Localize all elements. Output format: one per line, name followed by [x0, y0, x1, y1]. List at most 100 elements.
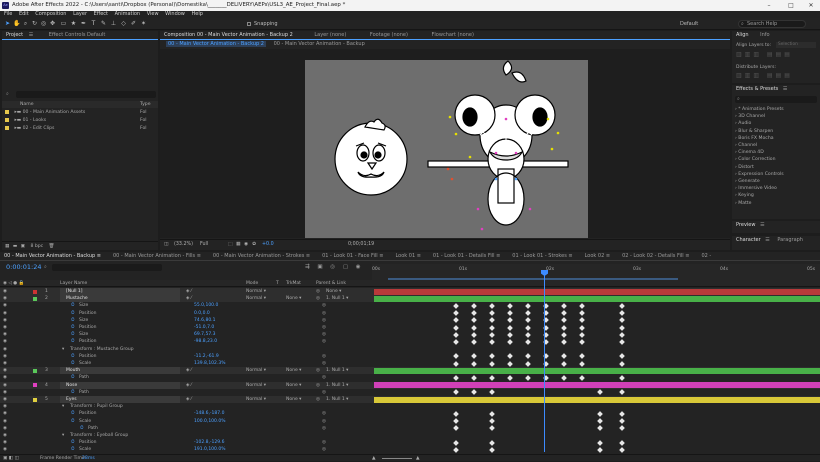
keyframe[interactable]	[489, 447, 495, 453]
keyframe[interactable]	[619, 353, 625, 360]
selection-tool-icon[interactable]: ➤	[4, 20, 11, 27]
keyframe[interactable]	[453, 360, 459, 367]
keyframe[interactable]	[453, 418, 459, 425]
timeline-tab[interactable]: 02 -	[701, 253, 711, 259]
keyframe[interactable]	[507, 317, 513, 324]
timeline-timecode[interactable]: 0:00:01:24	[6, 263, 42, 271]
transparency-grid-icon[interactable]: ▦	[236, 240, 241, 250]
parent-dropdown[interactable]: None ▾	[326, 288, 341, 295]
effects-search-input[interactable]: ⌕	[735, 96, 817, 103]
stopwatch-icon[interactable]: ⏱	[71, 317, 75, 324]
keyframe[interactable]	[579, 360, 585, 367]
expression-pickwhip-icon[interactable]: ◎	[322, 439, 326, 446]
visibility-eye-icon[interactable]: ◉	[3, 324, 7, 331]
layer-switches-icon[interactable]: ◈ ⁄	[186, 367, 192, 374]
visibility-eye-icon[interactable]: ◉	[3, 310, 7, 317]
layer-row[interactable]: ◉ 4 Nose ◈ ⁄ Normal ▾ None ▾ ◎ 1. Null 1 ▾	[0, 381, 820, 389]
timeline-tab[interactable]: Look 01 ≡	[395, 253, 420, 259]
keyframe[interactable]	[471, 317, 477, 324]
visibility-eye-icon[interactable]: ◉	[3, 295, 7, 302]
keyframe[interactable]	[619, 425, 625, 432]
column-name[interactable]: Name	[20, 102, 34, 107]
layer-duration-bar[interactable]	[374, 295, 820, 302]
panel-menu-icon[interactable]: ☰	[783, 86, 787, 92]
layer-row[interactable]: ◉ 3 Mouth ◈ ⁄ Normal ▾ None ▾ ◎ 1. Null 1 ▾	[0, 367, 820, 375]
keyframe[interactable]	[597, 447, 603, 453]
clone-stamp-icon[interactable]: ⊥	[110, 20, 117, 27]
keyframe[interactable]	[453, 447, 459, 453]
column-type[interactable]: Type	[140, 101, 151, 108]
expression-pickwhip-icon[interactable]: ◎	[322, 331, 326, 338]
keyframe[interactable]	[619, 360, 625, 367]
visibility-eye-icon[interactable]: ◉	[3, 302, 7, 309]
effects-category[interactable]: › Keying	[735, 192, 817, 199]
stopwatch-icon[interactable]: ⏱	[71, 360, 75, 367]
visibility-eye-icon[interactable]: ◉	[3, 288, 7, 295]
project-search-icon[interactable]: ⌕	[6, 91, 13, 98]
keyframe[interactable]	[619, 439, 625, 446]
property-row[interactable]: ◉ ⏱ Size 74.6,80.1 ◎	[0, 317, 820, 324]
timeline-zoom-slider[interactable]	[382, 458, 412, 459]
label-color-swatch[interactable]	[33, 296, 37, 301]
stopwatch-icon[interactable]: ⏱	[71, 410, 75, 417]
property-row[interactable]: ◉ ⏱ Path ◎	[0, 425, 820, 432]
comp-timecode[interactable]: 0;00;01;19	[348, 240, 374, 250]
keyframe[interactable]	[525, 324, 531, 331]
keyframe[interactable]	[471, 303, 477, 309]
bit-depth[interactable]: 8 bpc	[30, 244, 43, 249]
keyframe[interactable]	[561, 310, 567, 317]
property-value[interactable]: 69.7,57.3	[194, 331, 215, 338]
orbit-camera-icon[interactable]: ◎	[40, 20, 47, 27]
pan-behind-icon[interactable]: ✥	[49, 20, 56, 27]
effects-category[interactable]: › Boris FX Mocha	[735, 135, 817, 142]
keyframe[interactable]	[471, 324, 477, 331]
menu-layer[interactable]: Layer	[73, 11, 87, 17]
property-value[interactable]: -148.6,-187.0	[194, 410, 224, 417]
keyframe[interactable]	[579, 317, 585, 324]
tab-character[interactable]: Character	[736, 237, 761, 243]
keyframe[interactable]	[507, 339, 513, 345]
keyframe[interactable]	[489, 389, 495, 396]
layer-name[interactable]: Mustache	[60, 295, 180, 303]
tab-effect-controls[interactable]: Effect Controls Default	[49, 32, 106, 38]
visibility-eye-icon[interactable]: ◉	[3, 418, 7, 425]
project-item[interactable]: ▸▬ 01 - Looks Fol	[2, 117, 158, 124]
menu-window[interactable]: Window	[165, 11, 185, 17]
snapping-checkbox[interactable]	[247, 22, 251, 26]
panel-menu-icon[interactable]: ☰	[760, 222, 764, 228]
project-item[interactable]: ▸▬ 00 - Main Animation Assets Fol	[2, 109, 158, 116]
parent-pickwhip-icon[interactable]: ◎	[316, 295, 320, 302]
roto-brush-icon[interactable]: ✐	[130, 20, 137, 27]
track-matte-dropdown[interactable]: None ▾	[286, 396, 301, 403]
visibility-eye-icon[interactable]: ◉	[3, 403, 7, 410]
expression-pickwhip-icon[interactable]: ◎	[322, 338, 326, 345]
menu-file[interactable]: File	[4, 11, 12, 17]
keyframe[interactable]	[471, 375, 477, 381]
visibility-eye-icon[interactable]: ◉	[3, 382, 7, 389]
keyframe[interactable]	[471, 310, 477, 317]
project-search-input[interactable]	[16, 91, 156, 98]
layer-switches-icon[interactable]: ◈ ⁄	[186, 382, 192, 389]
layer-switches-icon[interactable]: ◈ ⁄	[186, 295, 192, 302]
expression-pickwhip-icon[interactable]: ◎	[322, 389, 326, 396]
keyframe[interactable]	[489, 411, 495, 417]
effects-category[interactable]: › Distort	[735, 164, 817, 171]
keyframe[interactable]	[507, 375, 513, 381]
property-value[interactable]: -11.2,-61.9	[194, 353, 219, 360]
stopwatch-icon[interactable]: ⏱	[71, 446, 75, 453]
keyframe[interactable]	[453, 353, 459, 360]
interpret-footage-icon[interactable]: ▦	[5, 244, 9, 249]
project-item[interactable]: ▸▬ 02 - Edit Clips Fol	[2, 125, 158, 132]
color-channels-icon[interactable]: ✿	[252, 240, 256, 250]
keyframe[interactable]	[489, 360, 495, 367]
stopwatch-icon[interactable]: ⏱	[71, 310, 75, 317]
property-row[interactable]: ◉ ⏱ Scale 100.0,100.0% ◎	[0, 418, 820, 425]
keyframe[interactable]	[619, 375, 625, 381]
keyframe[interactable]	[507, 303, 513, 309]
comp-canvas[interactable]	[160, 49, 730, 238]
parent-pickwhip-icon[interactable]: ◎	[316, 367, 320, 374]
expression-pickwhip-icon[interactable]: ◎	[322, 324, 326, 331]
stopwatch-icon[interactable]: ⏱	[71, 324, 75, 331]
keyframe[interactable]	[471, 353, 477, 360]
stopwatch-icon[interactable]: ⏱	[71, 353, 75, 360]
